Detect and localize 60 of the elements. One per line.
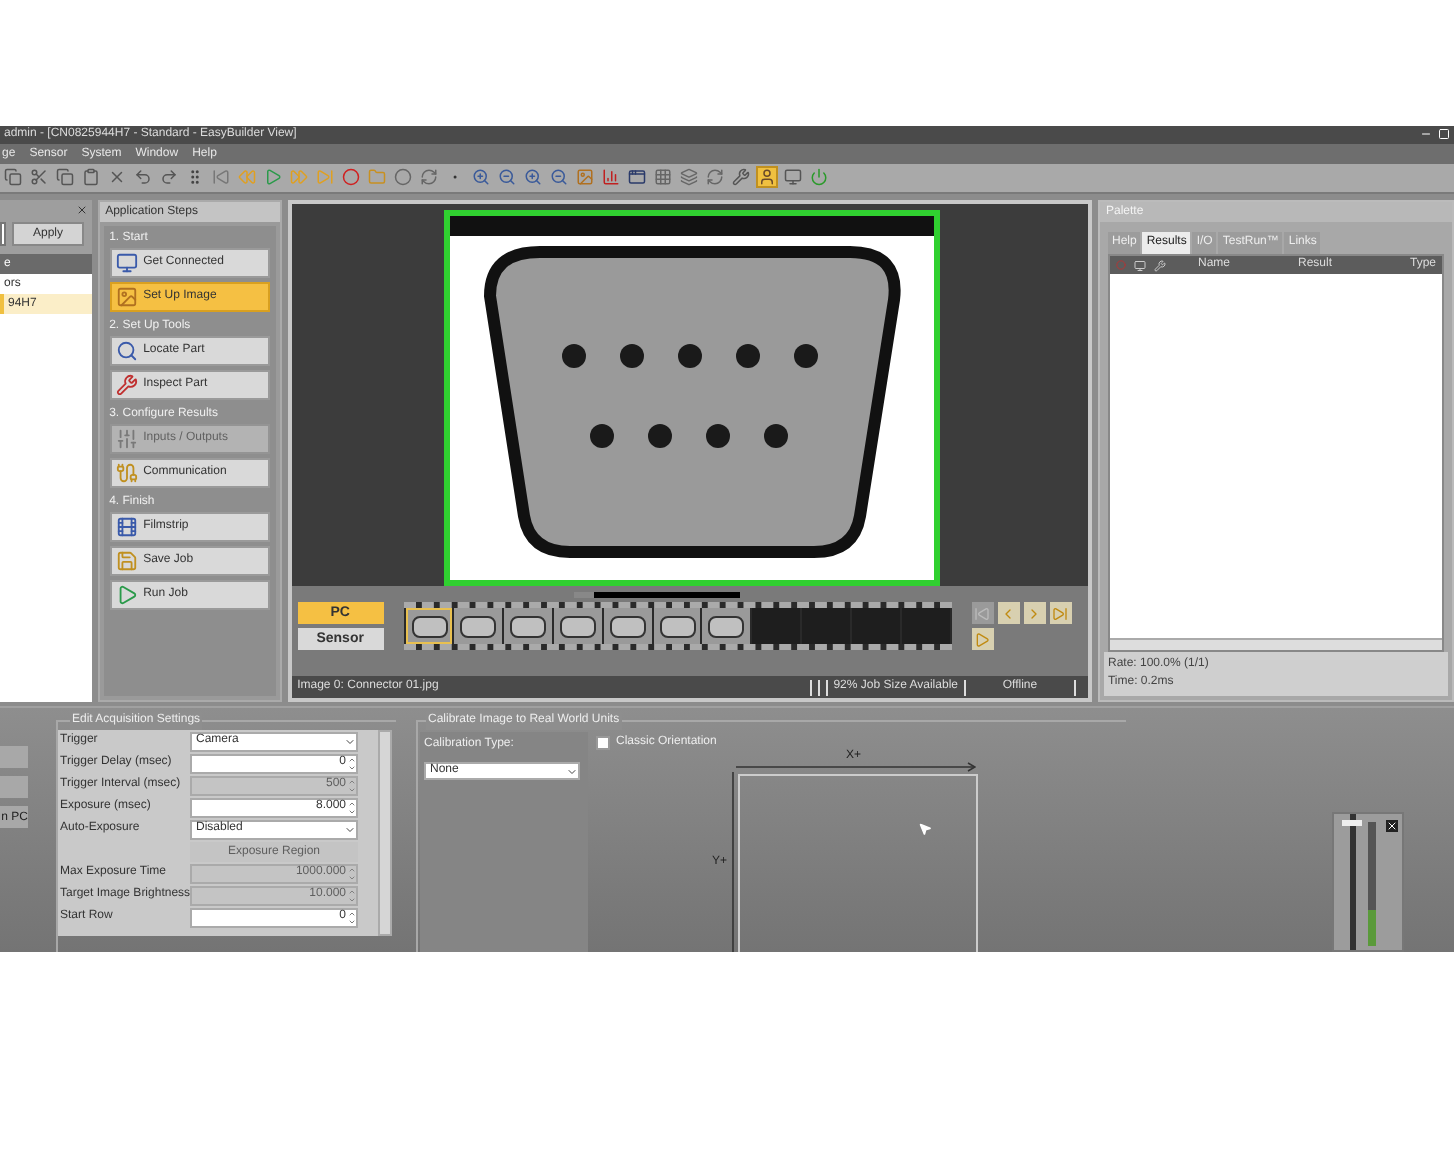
zoom-out-icon[interactable]	[548, 166, 570, 189]
scroll-bar[interactable]	[574, 591, 741, 598]
record-icon[interactable]	[340, 166, 362, 189]
image-icon	[115, 286, 138, 309]
minimize-icon[interactable]	[1420, 128, 1432, 141]
scroll-bar[interactable]	[1109, 638, 1442, 650]
circle-icon[interactable]	[392, 166, 414, 189]
refresh-icon[interactable]	[704, 166, 726, 189]
redo-icon[interactable]	[158, 166, 180, 189]
cursor-icon	[918, 822, 932, 836]
next-icon[interactable]	[1023, 602, 1046, 625]
chart-icon[interactable]	[600, 166, 622, 189]
film-frame[interactable]	[504, 608, 553, 645]
chevron-down-icon	[344, 735, 356, 747]
film-frame[interactable]	[603, 608, 652, 645]
wrench-icon	[1153, 259, 1166, 272]
image-icon[interactable]	[574, 166, 596, 189]
wrench-icon[interactable]	[730, 166, 752, 189]
scroll-bar[interactable]	[378, 730, 392, 936]
save-icon	[115, 550, 138, 573]
previous-icon[interactable]	[997, 602, 1020, 625]
play-icon[interactable]	[971, 628, 994, 651]
copy-icon[interactable]	[2, 166, 24, 189]
person-icon[interactable]	[756, 166, 778, 189]
play-icon[interactable]	[262, 166, 284, 189]
zoom-in-icon[interactable]	[522, 166, 544, 189]
refresh-icon[interactable]	[418, 166, 440, 189]
zoom-out-icon[interactable]	[496, 166, 518, 189]
sliders-icon	[115, 428, 138, 451]
level-meter	[1368, 822, 1376, 946]
magnifier-icon	[115, 340, 138, 363]
chevron-down-icon	[344, 823, 356, 835]
skip-back-icon[interactable]	[210, 166, 232, 189]
film-frame[interactable]	[405, 608, 453, 645]
power-icon[interactable]	[808, 166, 830, 189]
slider-thumb[interactable]	[1342, 820, 1362, 827]
grid-icon[interactable]	[652, 166, 674, 189]
scissors-icon[interactable]	[28, 166, 50, 189]
film-frame[interactable]	[554, 608, 602, 645]
film-frame[interactable]	[702, 608, 751, 645]
wrench-icon	[115, 374, 138, 397]
monitor-icon	[1133, 259, 1146, 272]
layers-icon[interactable]	[678, 166, 700, 189]
zoom-in-icon[interactable]	[470, 166, 492, 189]
film-icon	[115, 516, 138, 539]
input-field[interactable]	[0, 222, 6, 247]
undo-icon[interactable]	[132, 166, 154, 189]
status-icon	[1115, 260, 1126, 271]
maximize-icon[interactable]	[1438, 128, 1450, 141]
copy-icon[interactable]	[54, 166, 76, 189]
skip-forward-icon[interactable]	[1049, 602, 1072, 625]
play-icon	[115, 584, 138, 607]
cable-icon	[115, 462, 138, 485]
chevron-down-icon	[566, 765, 578, 777]
monitor-icon[interactable]	[782, 166, 804, 189]
film-frame[interactable]	[653, 608, 701, 645]
clipboard-icon[interactable]	[80, 166, 102, 189]
monitor-icon	[115, 252, 138, 275]
film-frame[interactable]	[454, 608, 503, 645]
window-icon[interactable]	[626, 166, 648, 189]
